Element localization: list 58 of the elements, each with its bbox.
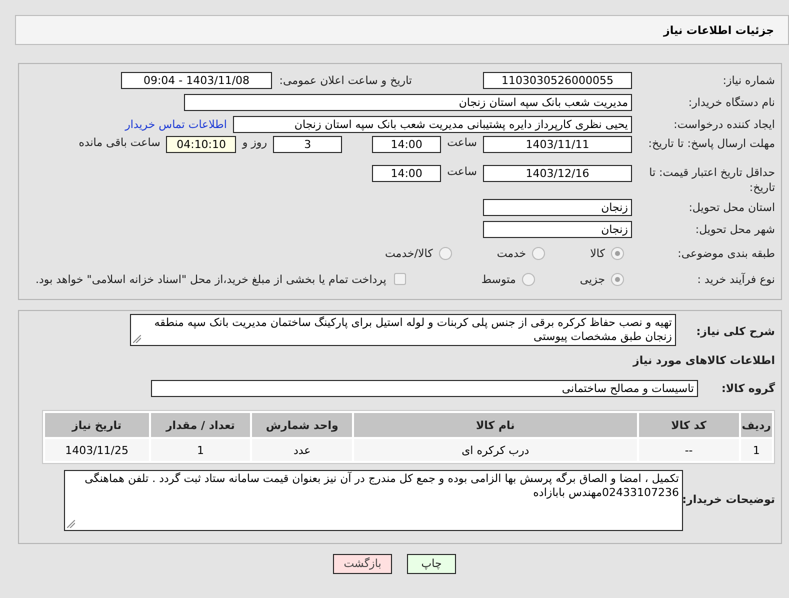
column-header: تاریخ نیاز (45, 413, 149, 437)
table-cell: 1403/11/25 (45, 439, 149, 461)
radio-option[interactable]: کالا/خدمت (385, 246, 452, 260)
field-label: حداقل تاریخ اعتبار قیمت: تا تاریخ: (648, 165, 775, 195)
days-field: 3 (273, 136, 342, 153)
province-field: زنجان (483, 198, 632, 216)
time-label: ساعت (447, 136, 477, 149)
column-header: کد کالا (638, 413, 739, 437)
field-label: توضیحات خریدار: (683, 492, 775, 507)
date-field: 1403/12/16 (483, 165, 632, 182)
table-cell: 1 (150, 439, 250, 461)
date-field: 1403/11/11 (483, 136, 632, 153)
city-field: زنجان (483, 220, 632, 238)
table-cell: 1 (740, 439, 772, 461)
payment-checkbox[interactable] (394, 273, 406, 285)
radio-option[interactable]: جزیی (580, 272, 624, 286)
field-label: نوع فرآیند خرید : (696, 272, 775, 286)
table-cell: عدد (252, 439, 352, 461)
column-header: تعداد / مقدار (150, 413, 250, 437)
field-label: گروه کالا: (720, 380, 775, 396)
buyer-field: مدیریت شعب بانک سپه استان زنجان (184, 94, 632, 110)
remaining-label: ساعت باقی مانده (78, 136, 160, 149)
column-header: واحد شمارش (252, 413, 352, 437)
field-label: شهر محل تحویل: (694, 222, 775, 236)
need-number-field: 1103030526000055 (483, 72, 632, 88)
table-cell: درب کرکره ای (354, 439, 637, 461)
requester-field: یحیی نظری کارپرداز دایره پشتیبانی مدیریت شعب بانک سپه استان زنجان (233, 116, 632, 132)
column-header: ردیف (740, 413, 772, 437)
remaining-time-field: 04:10:10 (166, 136, 236, 153)
days-label: روز و (242, 136, 268, 149)
page-title: جزئیات اطلاعات نیاز (15, 15, 789, 45)
resize-grip-icon[interactable] (67, 520, 75, 528)
print-button[interactable]: چاپ (407, 554, 456, 574)
time-field: 14:00 (372, 136, 442, 153)
field-label: مهلت ارسال پاسخ: تا تاریخ: (647, 136, 775, 151)
radio-option[interactable]: کالا (590, 246, 624, 260)
resize-grip-icon[interactable] (133, 335, 141, 343)
table-cell: -- (638, 439, 739, 461)
field-label: طبقه بندی موضوعی: (676, 246, 775, 260)
time-label: ساعت (447, 165, 477, 178)
section-title: اطلاعات کالاهای مورد نیاز (632, 352, 775, 368)
contact-link[interactable]: اطلاعات تماس خریدار (125, 118, 227, 130)
field-label: شرح کلی نیاز: (695, 324, 775, 339)
announce-date-field: 1403/11/08 - 09:04 (121, 72, 272, 88)
field-label: ایجاد کننده درخواست: (672, 116, 775, 132)
payment-note: پرداخت تمام یا بخشی از مبلغ خرید،از محل "اسناد خزانه اسلامی" خواهد بود. (36, 272, 386, 286)
radio-option[interactable]: خدمت (496, 246, 546, 260)
field-label: نام دستگاه خریدار: (687, 94, 775, 110)
description-field[interactable]: تهیه و نصب حفاظ کرکره برقی از جنس پلی کربنات و لوله استیل برای پارکینگ ساختمان مدیریت بانک سپه منطقه زنجان طبق مشخصات پیوستی (130, 314, 676, 346)
field-label: شماره نیاز: (722, 72, 775, 88)
field-label: تاریخ و ساعت اعلان عمومی: (278, 72, 412, 88)
back-button[interactable]: بازگشت (333, 554, 392, 574)
field-label: استان محل تحویل: (688, 200, 775, 214)
time-field: 14:00 (372, 165, 442, 182)
radio-option[interactable]: متوسط (481, 272, 535, 286)
goods-group-field: تاسیسات و مصالح ساختمانی (151, 380, 698, 396)
column-header: نام کالا (354, 413, 637, 437)
buyer-notes-field[interactable]: تکمیل ، امضا و الصاق برگه پرسش بها الزامی بوده و جمع کل مندرج در آن نیز بعنوان قیمت سامانه ستاد ثبت گردد . تلفن هماهنگی 02433107236مهندس بابازاده (64, 470, 683, 531)
